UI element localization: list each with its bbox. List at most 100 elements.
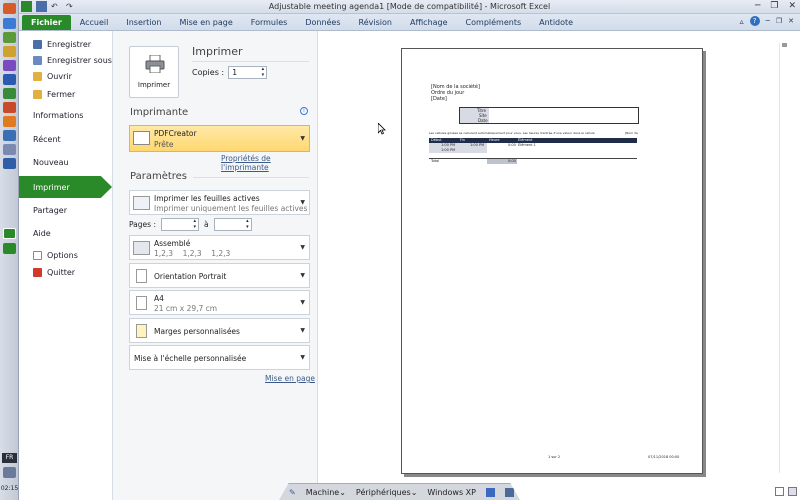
pages-to-input[interactable]: [213, 218, 252, 231]
row1-duration: 0:00: [508, 143, 516, 147]
dropdown-arrow-icon: ▼: [300, 135, 305, 142]
app-icon-5[interactable]: [3, 88, 16, 99]
settings-heading: Paramètres: [130, 171, 188, 182]
print-button[interactable]: Imprimer: [129, 46, 179, 98]
vm-devices-menu[interactable]: Périphériques⌄: [356, 488, 418, 497]
save-icon: [33, 40, 42, 49]
minimize-ribbon-icon[interactable]: ▵: [740, 17, 744, 26]
paper-size-select[interactable]: A4 21 cm x 29,7 cm ▼: [129, 290, 310, 315]
page-footer-right: 07/11/2018 00:00: [648, 455, 680, 459]
paper-subtitle: 21 cm x 29,7 cm: [154, 304, 218, 313]
help-icon[interactable]: ?: [749, 16, 760, 26]
nav-save[interactable]: Enregistrer: [19, 36, 113, 53]
start-icon[interactable]: [3, 3, 16, 14]
app-icon-3[interactable]: [3, 46, 16, 57]
nav-options[interactable]: Options: [19, 247, 113, 264]
nav-new[interactable]: Nouveau: [19, 154, 113, 171]
vm-settings-icon[interactable]: [504, 487, 514, 497]
options-icon: [33, 251, 42, 260]
printer-properties-link[interactable]: Propriétés de l'imprimante: [221, 154, 317, 172]
firefox-icon[interactable]: [3, 116, 16, 127]
collate-select[interactable]: Assemblé 1,2,3 1,2,3 1,2,3 ▼: [129, 235, 310, 260]
nav-help[interactable]: Aide: [19, 225, 113, 242]
row2-start: 1:00 PM: [441, 148, 456, 152]
pin-icon[interactable]: ✎: [285, 488, 296, 497]
word-icon[interactable]: [3, 74, 16, 85]
print-what-select[interactable]: Imprimer les feuilles actives Imprimer u…: [129, 190, 310, 215]
app-icon-6[interactable]: [3, 102, 16, 113]
app-icon-1[interactable]: [3, 18, 16, 29]
tab-complements[interactable]: Compléments: [457, 15, 531, 30]
status-icons: [768, 483, 800, 500]
print-heading: Imprimer: [192, 45, 243, 58]
page-view-icon[interactable]: [775, 487, 784, 496]
print-what-title: Imprimer les feuilles actives: [154, 194, 260, 203]
nav-info[interactable]: Informations: [19, 107, 113, 124]
tab-mise-en-page[interactable]: Mise en page: [170, 15, 241, 30]
scaling-select[interactable]: Mise à l'échelle personnalisée ▼: [129, 345, 310, 370]
close-button[interactable]: ✕: [788, 1, 796, 11]
workbook-minimize-icon[interactable]: ─: [766, 17, 770, 25]
app-icon-2[interactable]: [3, 32, 16, 43]
tab-antidote[interactable]: Antidote: [530, 15, 582, 30]
nav-recent[interactable]: Récent: [19, 131, 113, 148]
workbook-restore-icon[interactable]: ❐: [776, 17, 782, 25]
vm-menu-bar: ✎ Machine⌄ Périphériques⌄ Windows XP: [279, 483, 520, 500]
printer-icon: [145, 55, 165, 73]
vm-os-name: Windows XP: [427, 487, 476, 497]
zoom-page-icon[interactable]: [788, 487, 797, 496]
app-icon-8[interactable]: [3, 144, 16, 155]
tab-fichier[interactable]: Fichier: [22, 15, 71, 30]
vm-machine-menu[interactable]: Machine⌄: [306, 488, 346, 497]
app-icon-9[interactable]: [3, 158, 16, 169]
app-icon-4[interactable]: [3, 60, 16, 71]
page-setup-link[interactable]: Mise en page: [265, 374, 315, 383]
preview-page: [Nom de la société] Ordre du jour [Date]…: [401, 48, 703, 474]
app-icon-7[interactable]: [3, 130, 16, 141]
print-settings-panel: Imprimer Imprimer Copies : 1 Imprimante …: [113, 31, 318, 500]
dropdown-arrow-icon: ▼: [300, 354, 305, 361]
excel-window-icon-2[interactable]: [3, 243, 16, 254]
agenda-table: Début Fin Heure Élément 1:00 PM 1:00 PM …: [429, 138, 637, 170]
nav-open[interactable]: Ouvrir: [19, 68, 113, 85]
tab-accueil[interactable]: Accueil: [71, 15, 118, 30]
copies-spinner[interactable]: 1: [228, 66, 268, 79]
print-what-subtitle: Imprimer uniquement les feuilles actives: [154, 204, 308, 213]
nav-save-as[interactable]: Enregistrer sous: [19, 52, 113, 69]
tray-icon[interactable]: [3, 467, 16, 478]
nav-save-label: Enregistrer: [47, 40, 92, 49]
folder-close-icon: [33, 90, 42, 99]
nav-quit[interactable]: Quitter: [19, 264, 113, 281]
margins-label: Marges personnalisées: [154, 327, 240, 336]
tab-affichage[interactable]: Affichage: [401, 15, 457, 30]
nav-options-label: Options: [47, 251, 78, 260]
pages-to-label: à: [203, 220, 209, 229]
workbook-close-icon[interactable]: ✕: [788, 17, 794, 25]
tab-formules[interactable]: Formules: [242, 15, 297, 30]
language-indicator[interactable]: FR: [2, 453, 17, 463]
tab-donnees[interactable]: Données: [296, 15, 349, 30]
vm-window-icon[interactable]: [485, 487, 495, 497]
tab-insertion[interactable]: Insertion: [117, 15, 170, 30]
tab-revision[interactable]: Révision: [350, 15, 401, 30]
restore-button[interactable]: ❐: [770, 1, 778, 11]
excel-window-icon[interactable]: [3, 228, 16, 239]
paper-icon: [136, 296, 147, 310]
margins-select[interactable]: Marges personnalisées ▼: [129, 318, 310, 343]
printer-select[interactable]: PDFCreator Prête ▼: [129, 125, 310, 152]
note-right: [Nom de: [625, 131, 638, 135]
window-controls: ─ ❐ ✕: [755, 1, 796, 11]
preview-scrollbar[interactable]: [779, 43, 788, 473]
col-fin: Fin: [460, 138, 465, 142]
nav-save-as-label: Enregistrer sous: [47, 56, 112, 65]
nav-close[interactable]: Fermer: [19, 86, 113, 103]
dropdown-arrow-icon: ▼: [300, 199, 305, 206]
pages-from-input[interactable]: [160, 218, 199, 231]
total-label: Total: [431, 159, 440, 163]
printer-name: PDFCreator: [154, 129, 197, 138]
nav-share[interactable]: Partager: [19, 202, 113, 219]
orientation-select[interactable]: Orientation Portrait ▼: [129, 263, 310, 288]
minimize-button[interactable]: ─: [755, 1, 760, 11]
info-icon[interactable]: i: [300, 107, 308, 115]
nav-print[interactable]: Imprimer: [19, 176, 112, 198]
